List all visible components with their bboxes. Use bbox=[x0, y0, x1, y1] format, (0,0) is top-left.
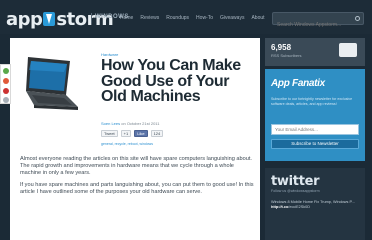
author-link[interactable]: Soen Lees bbox=[101, 121, 120, 126]
like-count: 124 bbox=[150, 130, 164, 137]
bolt-icon bbox=[43, 12, 56, 26]
logo-divider bbox=[91, 13, 92, 23]
search-input[interactable] bbox=[273, 19, 353, 31]
nav-roundups[interactable]: Roundups bbox=[166, 15, 189, 21]
subscribe-button[interactable]: Subscribe to Newsletter bbox=[271, 139, 359, 149]
search-icon[interactable] bbox=[355, 16, 360, 21]
latest-tweet: Windows 8 Mobile Home Fix Trump, Windows… bbox=[271, 200, 355, 209]
twitter-widget: twitter Follow us @windowsappstorm Windo… bbox=[265, 168, 365, 240]
promo-description: Subscribe to our fortnightly newsletter … bbox=[271, 97, 353, 106]
stumble-icon[interactable] bbox=[3, 78, 9, 84]
nav-home[interactable]: Home bbox=[120, 15, 133, 21]
article-paragraph-1: Almost everyone reading the articles on … bbox=[20, 156, 252, 176]
envelope-icon bbox=[339, 43, 357, 57]
search-box bbox=[272, 12, 364, 31]
plusone-button[interactable]: +1 bbox=[120, 130, 132, 137]
rss-label: RSS Subscribers bbox=[271, 53, 302, 58]
newsletter-promo: App Fanatix Subscribe to our fortnightly… bbox=[265, 69, 365, 161]
nav-reviews[interactable]: Reviews bbox=[140, 15, 159, 21]
article-paragraph-2: If you have spare machines and parts lan… bbox=[20, 182, 254, 195]
rss-widget[interactable]: 6,958 RSS Subscribers bbox=[265, 38, 365, 66]
article-tags[interactable]: general, recycle, reboot, windows bbox=[101, 142, 153, 146]
email-field[interactable] bbox=[271, 124, 359, 135]
article-title[interactable]: How You Can Make Good Use of Your Old Ma… bbox=[101, 58, 251, 105]
tweet-link[interactable]: http://t.co bbox=[271, 205, 288, 209]
nav-howto[interactable]: How-To bbox=[196, 15, 213, 21]
share-sidebar bbox=[0, 64, 11, 104]
main-nav: Home Reviews Roundups How-To Giveaways A… bbox=[120, 15, 265, 21]
twitter-follow-link[interactable]: Follow us @windowsappstorm bbox=[271, 189, 320, 193]
top-header: app storm WINDOWS Home Reviews Roundups H… bbox=[0, 0, 372, 34]
laptop-image bbox=[26, 57, 78, 110]
pinterest-icon[interactable] bbox=[3, 88, 9, 94]
tweet-button[interactable]: Tweet bbox=[101, 130, 118, 137]
share-icon[interactable] bbox=[3, 68, 9, 74]
article-date: October 21st 2011 bbox=[126, 121, 160, 126]
promo-title: App Fanatix bbox=[271, 78, 325, 89]
social-buttons: Tweet +1 Like 124 bbox=[101, 130, 164, 137]
facebook-like-button[interactable]: Like bbox=[134, 130, 148, 137]
more-share-icon[interactable] bbox=[3, 97, 9, 103]
nav-about[interactable]: About bbox=[251, 15, 264, 21]
rss-count: 6,958 bbox=[271, 43, 292, 52]
article-byline: Soen Lees on October 21st 2011 bbox=[101, 121, 160, 126]
nav-giveaways[interactable]: Giveaways bbox=[220, 15, 244, 21]
twitter-logo[interactable]: twitter bbox=[271, 174, 320, 189]
